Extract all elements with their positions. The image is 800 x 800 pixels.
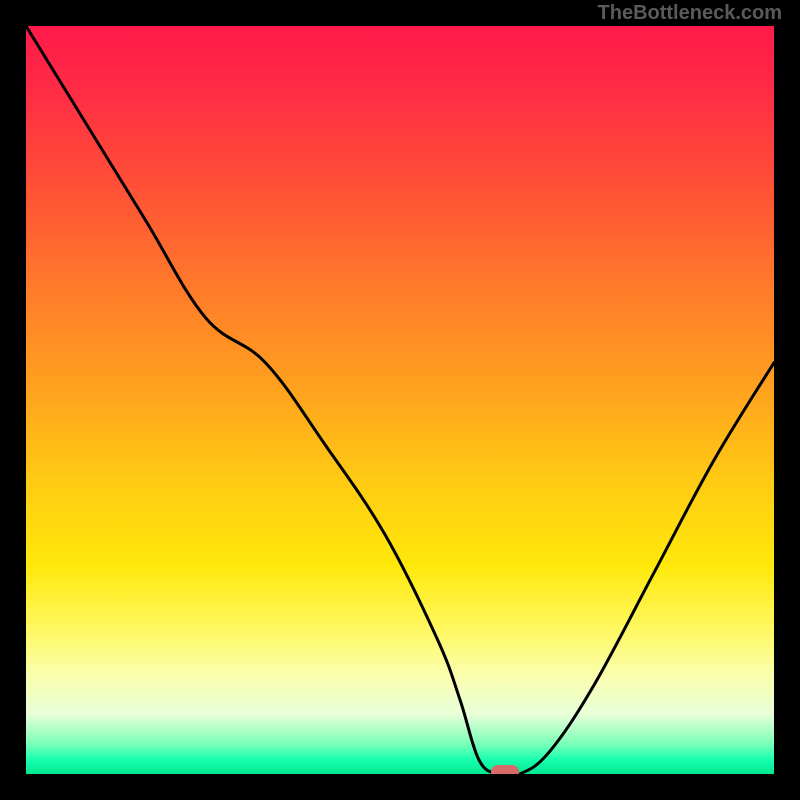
chart-line — [26, 26, 774, 774]
chart-marker — [491, 765, 519, 774]
watermark-text: TheBottleneck.com — [598, 2, 782, 25]
chart-plot-area — [26, 26, 774, 774]
